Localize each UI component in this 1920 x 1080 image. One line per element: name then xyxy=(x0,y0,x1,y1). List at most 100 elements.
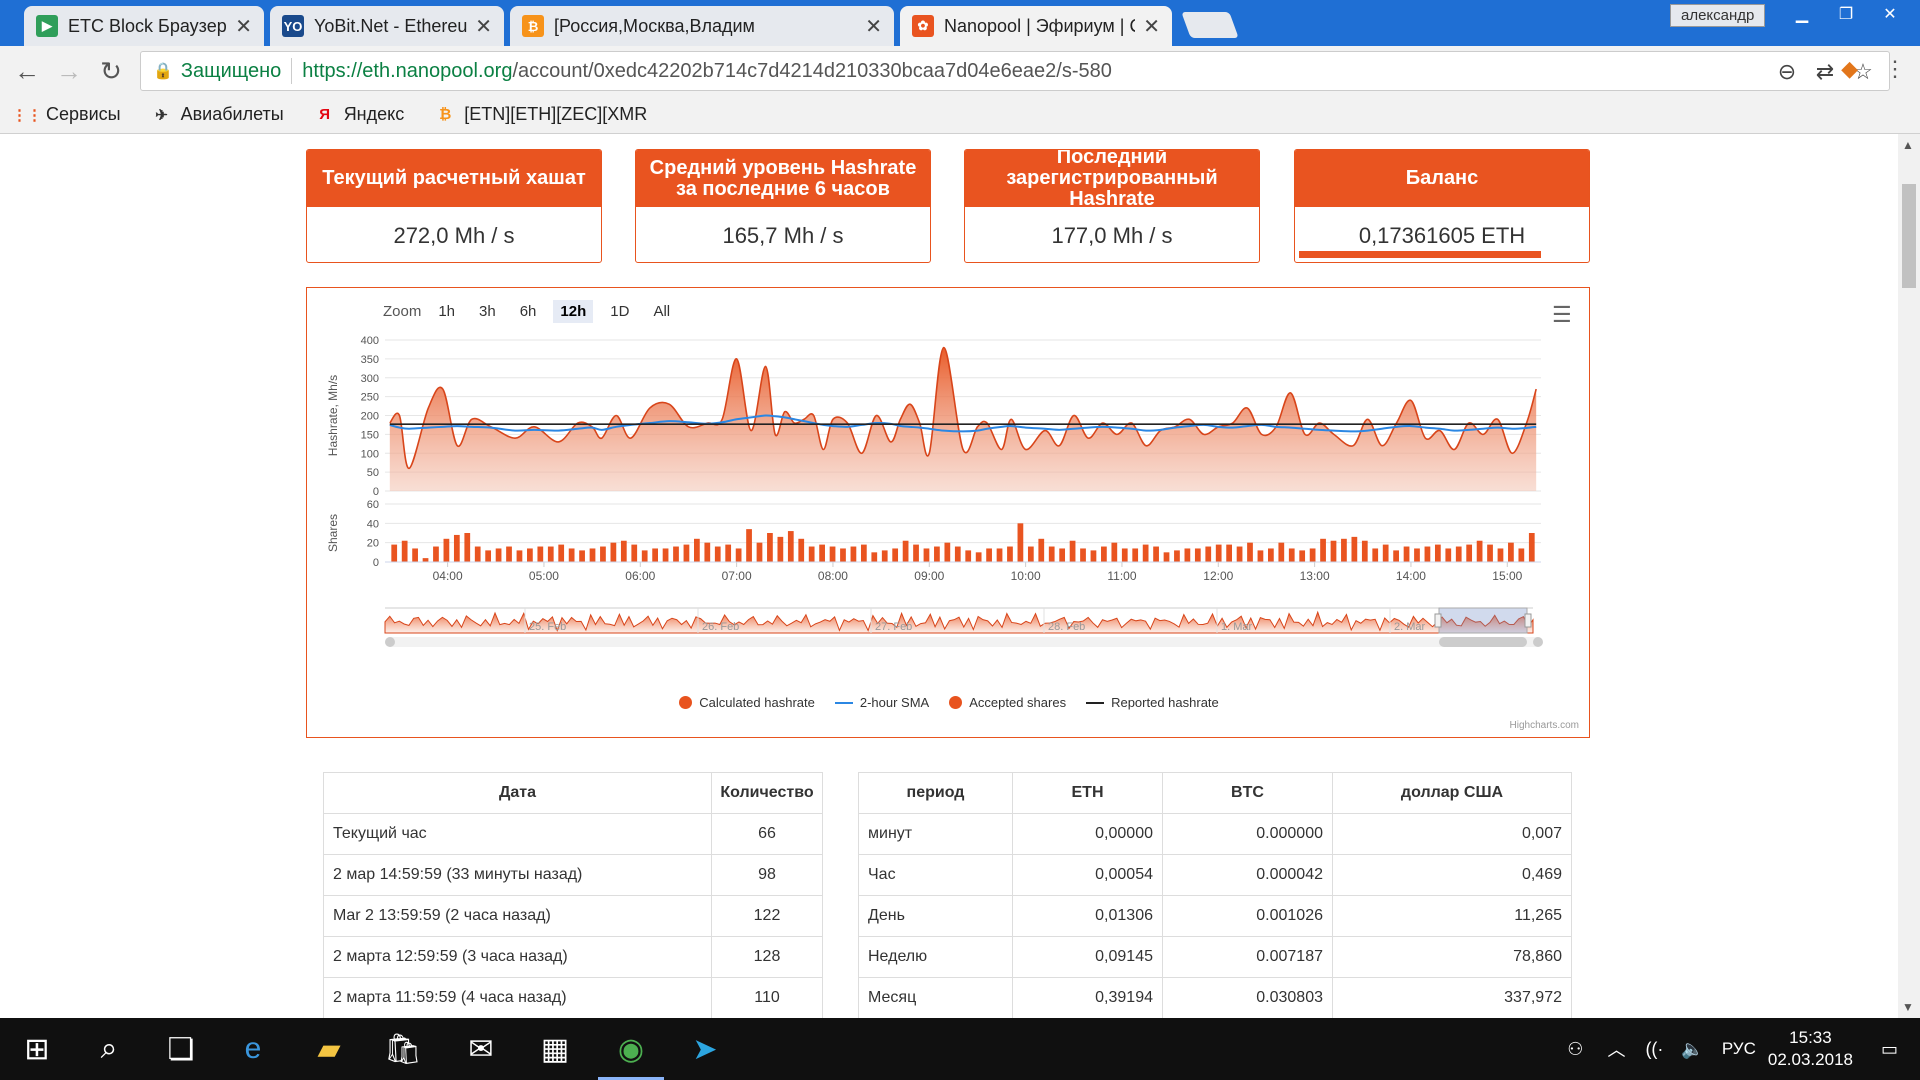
chrome-icon[interactable]: ◉ xyxy=(594,1018,668,1080)
table-row: Неделю 0,09145 0.007187 78,860 xyxy=(858,936,1572,978)
y-tick-label: 50 xyxy=(367,467,379,479)
legend-dot xyxy=(679,696,693,709)
btc-cell: 0.007187 xyxy=(1162,936,1333,978)
navigator-label: 25. Feb xyxy=(529,621,566,633)
translate-icon[interactable]: ⇄ xyxy=(1809,56,1841,88)
tab-yobit[interactable]: YO YoBit.Net - EthereumClas ✕ xyxy=(270,6,504,46)
task-view-icon[interactable]: ❏ xyxy=(144,1018,218,1080)
tab-title: ETC Block Браузер | Ethe xyxy=(68,15,227,36)
share-bar xyxy=(1215,544,1222,562)
share-bar xyxy=(923,548,930,562)
page-scrollbar[interactable]: ▲ ▼ xyxy=(1898,134,1920,1018)
share-bar xyxy=(485,550,492,562)
yobit-icon: YO xyxy=(282,15,304,37)
share-bar xyxy=(746,529,752,562)
btc-cell: 0.030803 xyxy=(1162,977,1333,1018)
store-icon[interactable]: 🛍 xyxy=(366,1018,440,1080)
edge-icon[interactable]: e xyxy=(216,1018,290,1080)
y-tick-label: 400 xyxy=(361,335,379,347)
new-tab-button[interactable] xyxy=(1181,12,1239,38)
close-icon[interactable]: ✕ xyxy=(235,14,252,39)
share-bar xyxy=(1497,548,1504,562)
search-icon[interactable]: ⌕ xyxy=(72,1018,146,1080)
address-bar[interactable]: 🔒 Защищено https://eth.nanopool.org/acco… xyxy=(140,51,1890,91)
share-bar xyxy=(860,544,867,562)
close-icon[interactable]: ✕ xyxy=(475,14,492,39)
navigator-handle-left xyxy=(1434,613,1442,628)
chevron-up-icon[interactable]: ︿ xyxy=(1607,1036,1625,1062)
share-bar xyxy=(641,550,648,562)
reload-button[interactable]: ↻ xyxy=(94,54,128,88)
scroll-thumb[interactable] xyxy=(1902,184,1916,288)
table-row: минут 0,00000 0.000000 0,007 xyxy=(858,813,1572,855)
file-explorer-icon[interactable]: ▰ xyxy=(292,1018,366,1080)
bookmark-flights[interactable]: ✈ Авиабилеты xyxy=(151,104,284,126)
legend-calculated[interactable]: Calculated hashrate xyxy=(679,695,815,710)
table-row: Месяц 0,39194 0.030803 337,972 xyxy=(858,977,1572,1018)
chart-credits[interactable]: Highcharts.com xyxy=(1510,720,1579,731)
count-cell: 122 xyxy=(711,895,823,937)
wifi-icon[interactable]: ((· xyxy=(1645,1039,1663,1060)
tab-bitcoin-forum[interactable]: ₿ [Россия,Москва,Владим ✕ xyxy=(510,6,894,46)
share-bar xyxy=(840,548,846,562)
clock[interactable]: 15:33 02.03.2018 xyxy=(1768,1027,1853,1071)
zoom-icon[interactable]: ⊖ xyxy=(1771,56,1803,88)
share-bar xyxy=(1361,540,1368,562)
share-bar xyxy=(527,548,533,562)
share-bar xyxy=(1007,546,1013,562)
close-icon[interactable]: ✕ xyxy=(865,14,882,39)
close-icon[interactable]: ✕ xyxy=(1143,14,1160,39)
share-bar xyxy=(1257,550,1264,562)
share-bar xyxy=(1059,548,1066,562)
share-bar xyxy=(1487,544,1493,562)
share-bar xyxy=(1101,546,1107,562)
count-cell: 66 xyxy=(711,813,823,855)
mail-icon[interactable]: ✉ xyxy=(444,1018,518,1080)
bookmark-label: Яндекс xyxy=(343,104,405,124)
usd-cell: 0,007 xyxy=(1332,813,1572,855)
period-cell: Неделю xyxy=(858,936,1013,978)
navigator-selection xyxy=(1438,607,1528,634)
share-bar xyxy=(1236,546,1243,562)
share-bar xyxy=(683,544,690,562)
restore-icon[interactable]: ❐ xyxy=(1824,0,1868,28)
tab-nanopool[interactable]: ✿ Nanopool | Эфириум | C ✕ xyxy=(900,6,1172,46)
language-indicator[interactable]: РУС xyxy=(1722,1039,1756,1059)
bookmark-mining-forum[interactable]: ₿ [ETN][ETH][ZEC][XMR xyxy=(434,104,647,126)
legend-label: 2-hour SMA xyxy=(859,695,930,710)
share-bar xyxy=(537,546,544,562)
close-window-icon[interactable]: ✕ xyxy=(1868,0,1912,28)
share-bar xyxy=(506,546,512,562)
table-row: Текущий час 66 xyxy=(323,813,823,855)
start-windows-icon[interactable]: ⊞ xyxy=(0,1018,74,1080)
share-bar xyxy=(1048,546,1055,562)
legend-sma[interactable]: 2-hour SMA xyxy=(834,695,930,710)
forward-button[interactable]: → xyxy=(52,54,86,88)
legend-reported[interactable]: Reported hashrate xyxy=(1086,695,1219,710)
telegram-icon[interactable]: ➤ xyxy=(668,1018,742,1080)
legend-accepted-shares[interactable]: Accepted shares xyxy=(949,695,1066,710)
people-icon[interactable]: ⚇ xyxy=(1567,1039,1583,1060)
tab-etc-block[interactable]: ▶ ETC Block Браузер | Ethe ✕ xyxy=(24,6,264,46)
bookmark-label: Авиабилеты xyxy=(180,104,284,124)
action-center-icon[interactable]: ▭ xyxy=(1881,1039,1898,1060)
scroll-up-icon[interactable]: ▲ xyxy=(1902,138,1914,152)
bookmark-yandex[interactable]: Я Яндекс xyxy=(314,104,405,126)
back-button[interactable]: ← xyxy=(10,54,44,88)
share-bar xyxy=(568,548,575,562)
tab-title: [Россия,Москва,Владим xyxy=(554,15,755,36)
scroll-down-icon[interactable]: ▼ xyxy=(1902,1000,1914,1014)
browser-menu-icon[interactable]: ⋮ xyxy=(1884,56,1906,82)
x-tick-label: 09:00 xyxy=(914,569,944,583)
bookmark-services[interactable]: ⋮⋮ Сервисы xyxy=(12,104,121,126)
volume-icon[interactable]: 🔈 xyxy=(1681,1039,1703,1060)
profile-button[interactable]: александр xyxy=(1670,4,1766,27)
share-bar xyxy=(1320,538,1326,562)
metamask-extension-icon[interactable]: ◆ xyxy=(1841,56,1858,82)
share-bar xyxy=(881,550,888,562)
calculator-icon[interactable]: ▦ xyxy=(518,1018,592,1080)
share-bar xyxy=(1403,546,1410,562)
minimize-icon[interactable]: ▁ xyxy=(1780,0,1824,28)
share-bar xyxy=(401,540,408,562)
share-bar xyxy=(1038,538,1045,562)
